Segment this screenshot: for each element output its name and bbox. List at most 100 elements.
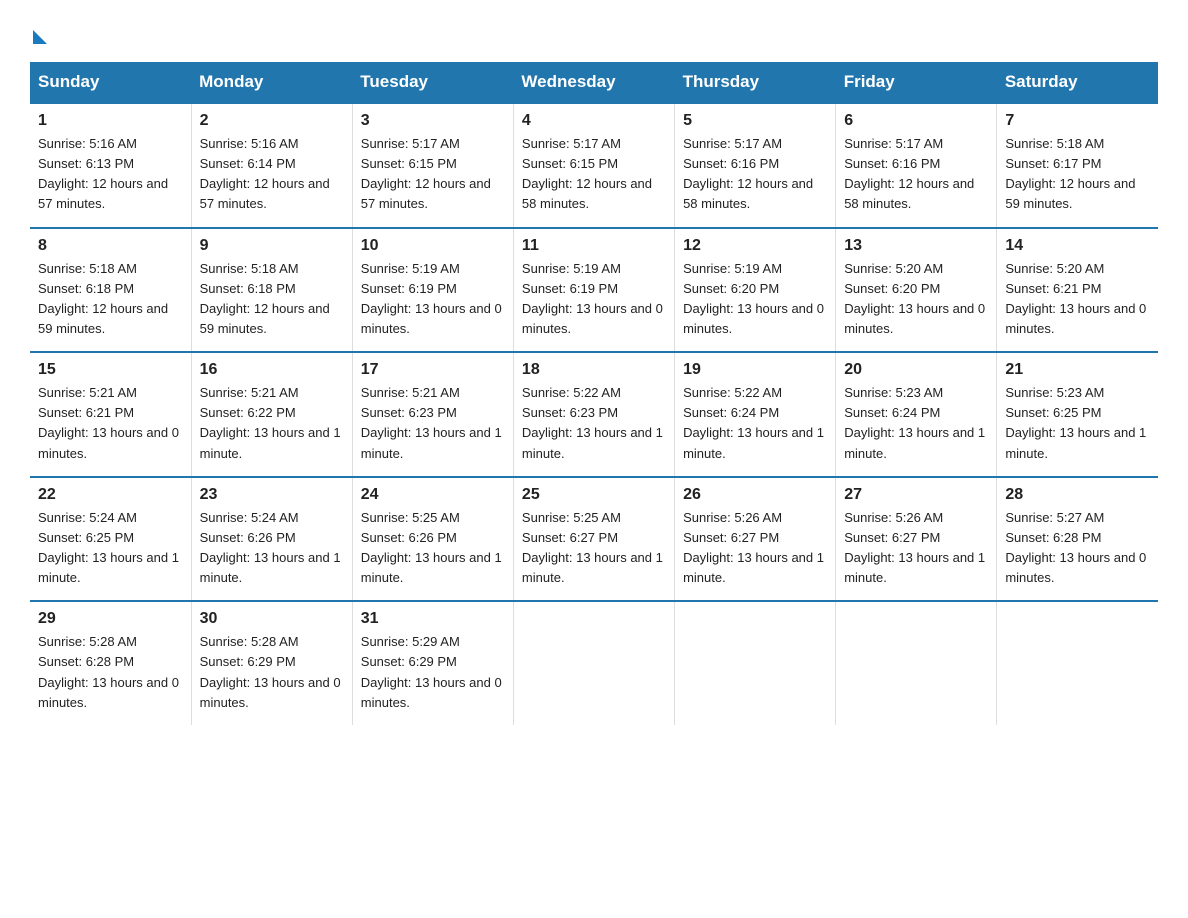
calendar-cell: 27 Sunrise: 5:26 AM Sunset: 6:27 PM Dayl… [836,477,997,602]
calendar-day-header: Sunday [30,62,191,103]
calendar-cell: 26 Sunrise: 5:26 AM Sunset: 6:27 PM Dayl… [675,477,836,602]
day-info: Sunrise: 5:22 AM Sunset: 6:24 PM Dayligh… [683,383,827,464]
day-number: 25 [522,486,666,504]
calendar-cell: 21 Sunrise: 5:23 AM Sunset: 6:25 PM Dayl… [997,352,1158,477]
day-info: Sunrise: 5:20 AM Sunset: 6:21 PM Dayligh… [1005,259,1150,340]
calendar-cell: 15 Sunrise: 5:21 AM Sunset: 6:21 PM Dayl… [30,352,191,477]
day-info: Sunrise: 5:24 AM Sunset: 6:26 PM Dayligh… [200,508,344,589]
day-info: Sunrise: 5:28 AM Sunset: 6:29 PM Dayligh… [200,632,344,713]
day-number: 15 [38,361,183,379]
day-info: Sunrise: 5:18 AM Sunset: 6:17 PM Dayligh… [1005,134,1150,215]
day-info: Sunrise: 5:17 AM Sunset: 6:16 PM Dayligh… [844,134,988,215]
calendar-day-header: Monday [191,62,352,103]
day-info: Sunrise: 5:21 AM Sunset: 6:21 PM Dayligh… [38,383,183,464]
day-number: 6 [844,112,988,130]
calendar-cell: 1 Sunrise: 5:16 AM Sunset: 6:13 PM Dayli… [30,103,191,228]
calendar-cell: 10 Sunrise: 5:19 AM Sunset: 6:19 PM Dayl… [352,228,513,353]
day-info: Sunrise: 5:20 AM Sunset: 6:20 PM Dayligh… [844,259,988,340]
calendar-week-row: 1 Sunrise: 5:16 AM Sunset: 6:13 PM Dayli… [30,103,1158,228]
day-number: 12 [683,237,827,255]
day-number: 4 [522,112,666,130]
calendar-cell: 24 Sunrise: 5:25 AM Sunset: 6:26 PM Dayl… [352,477,513,602]
day-info: Sunrise: 5:24 AM Sunset: 6:25 PM Dayligh… [38,508,183,589]
day-number: 28 [1005,486,1150,504]
calendar-cell: 28 Sunrise: 5:27 AM Sunset: 6:28 PM Dayl… [997,477,1158,602]
day-info: Sunrise: 5:25 AM Sunset: 6:26 PM Dayligh… [361,508,505,589]
day-number: 23 [200,486,344,504]
calendar-cell: 8 Sunrise: 5:18 AM Sunset: 6:18 PM Dayli… [30,228,191,353]
calendar-cell: 22 Sunrise: 5:24 AM Sunset: 6:25 PM Dayl… [30,477,191,602]
day-number: 14 [1005,237,1150,255]
day-info: Sunrise: 5:16 AM Sunset: 6:13 PM Dayligh… [38,134,183,215]
calendar-cell [997,601,1158,725]
day-number: 9 [200,237,344,255]
calendar-cell: 18 Sunrise: 5:22 AM Sunset: 6:23 PM Dayl… [513,352,674,477]
calendar-header: SundayMondayTuesdayWednesdayThursdayFrid… [30,62,1158,103]
day-number: 11 [522,237,666,255]
calendar-cell: 30 Sunrise: 5:28 AM Sunset: 6:29 PM Dayl… [191,601,352,725]
day-number: 10 [361,237,505,255]
calendar-cell: 7 Sunrise: 5:18 AM Sunset: 6:17 PM Dayli… [997,103,1158,228]
day-number: 20 [844,361,988,379]
calendar-body: 1 Sunrise: 5:16 AM Sunset: 6:13 PM Dayli… [30,103,1158,725]
day-info: Sunrise: 5:19 AM Sunset: 6:19 PM Dayligh… [361,259,505,340]
calendar-day-header: Friday [836,62,997,103]
calendar-cell: 23 Sunrise: 5:24 AM Sunset: 6:26 PM Dayl… [191,477,352,602]
day-info: Sunrise: 5:23 AM Sunset: 6:24 PM Dayligh… [844,383,988,464]
calendar-week-row: 8 Sunrise: 5:18 AM Sunset: 6:18 PM Dayli… [30,228,1158,353]
day-number: 26 [683,486,827,504]
day-number: 22 [38,486,183,504]
logo [30,20,47,52]
calendar-day-header: Wednesday [513,62,674,103]
day-info: Sunrise: 5:16 AM Sunset: 6:14 PM Dayligh… [200,134,344,215]
day-number: 8 [38,237,183,255]
logo-blue-container [30,30,47,52]
day-info: Sunrise: 5:19 AM Sunset: 6:20 PM Dayligh… [683,259,827,340]
day-info: Sunrise: 5:18 AM Sunset: 6:18 PM Dayligh… [200,259,344,340]
calendar-day-header: Saturday [997,62,1158,103]
day-number: 19 [683,361,827,379]
calendar-cell: 4 Sunrise: 5:17 AM Sunset: 6:15 PM Dayli… [513,103,674,228]
calendar-cell [836,601,997,725]
day-number: 30 [200,610,344,628]
calendar-cell [675,601,836,725]
day-number: 16 [200,361,344,379]
calendar-cell: 31 Sunrise: 5:29 AM Sunset: 6:29 PM Dayl… [352,601,513,725]
calendar-cell: 14 Sunrise: 5:20 AM Sunset: 6:21 PM Dayl… [997,228,1158,353]
day-number: 24 [361,486,505,504]
calendar-cell: 16 Sunrise: 5:21 AM Sunset: 6:22 PM Dayl… [191,352,352,477]
day-info: Sunrise: 5:17 AM Sunset: 6:16 PM Dayligh… [683,134,827,215]
day-number: 7 [1005,112,1150,130]
day-info: Sunrise: 5:23 AM Sunset: 6:25 PM Dayligh… [1005,383,1150,464]
day-number: 29 [38,610,183,628]
day-number: 13 [844,237,988,255]
day-info: Sunrise: 5:18 AM Sunset: 6:18 PM Dayligh… [38,259,183,340]
calendar-cell: 6 Sunrise: 5:17 AM Sunset: 6:16 PM Dayli… [836,103,997,228]
calendar-cell: 5 Sunrise: 5:17 AM Sunset: 6:16 PM Dayli… [675,103,836,228]
page-header [30,20,1158,52]
logo-triangle-icon [33,30,47,44]
day-info: Sunrise: 5:26 AM Sunset: 6:27 PM Dayligh… [844,508,988,589]
calendar-cell: 20 Sunrise: 5:23 AM Sunset: 6:24 PM Dayl… [836,352,997,477]
day-number: 27 [844,486,988,504]
day-info: Sunrise: 5:21 AM Sunset: 6:22 PM Dayligh… [200,383,344,464]
calendar-week-row: 15 Sunrise: 5:21 AM Sunset: 6:21 PM Dayl… [30,352,1158,477]
day-info: Sunrise: 5:29 AM Sunset: 6:29 PM Dayligh… [361,632,505,713]
calendar-day-header: Tuesday [352,62,513,103]
calendar-cell: 17 Sunrise: 5:21 AM Sunset: 6:23 PM Dayl… [352,352,513,477]
day-info: Sunrise: 5:19 AM Sunset: 6:19 PM Dayligh… [522,259,666,340]
calendar-week-row: 22 Sunrise: 5:24 AM Sunset: 6:25 PM Dayl… [30,477,1158,602]
calendar-week-row: 29 Sunrise: 5:28 AM Sunset: 6:28 PM Dayl… [30,601,1158,725]
day-number: 5 [683,112,827,130]
day-info: Sunrise: 5:27 AM Sunset: 6:28 PM Dayligh… [1005,508,1150,589]
day-info: Sunrise: 5:21 AM Sunset: 6:23 PM Dayligh… [361,383,505,464]
day-info: Sunrise: 5:17 AM Sunset: 6:15 PM Dayligh… [361,134,505,215]
day-number: 31 [361,610,505,628]
day-number: 2 [200,112,344,130]
calendar-cell: 13 Sunrise: 5:20 AM Sunset: 6:20 PM Dayl… [836,228,997,353]
day-number: 21 [1005,361,1150,379]
day-info: Sunrise: 5:25 AM Sunset: 6:27 PM Dayligh… [522,508,666,589]
day-info: Sunrise: 5:28 AM Sunset: 6:28 PM Dayligh… [38,632,183,713]
day-number: 18 [522,361,666,379]
day-number: 1 [38,112,183,130]
